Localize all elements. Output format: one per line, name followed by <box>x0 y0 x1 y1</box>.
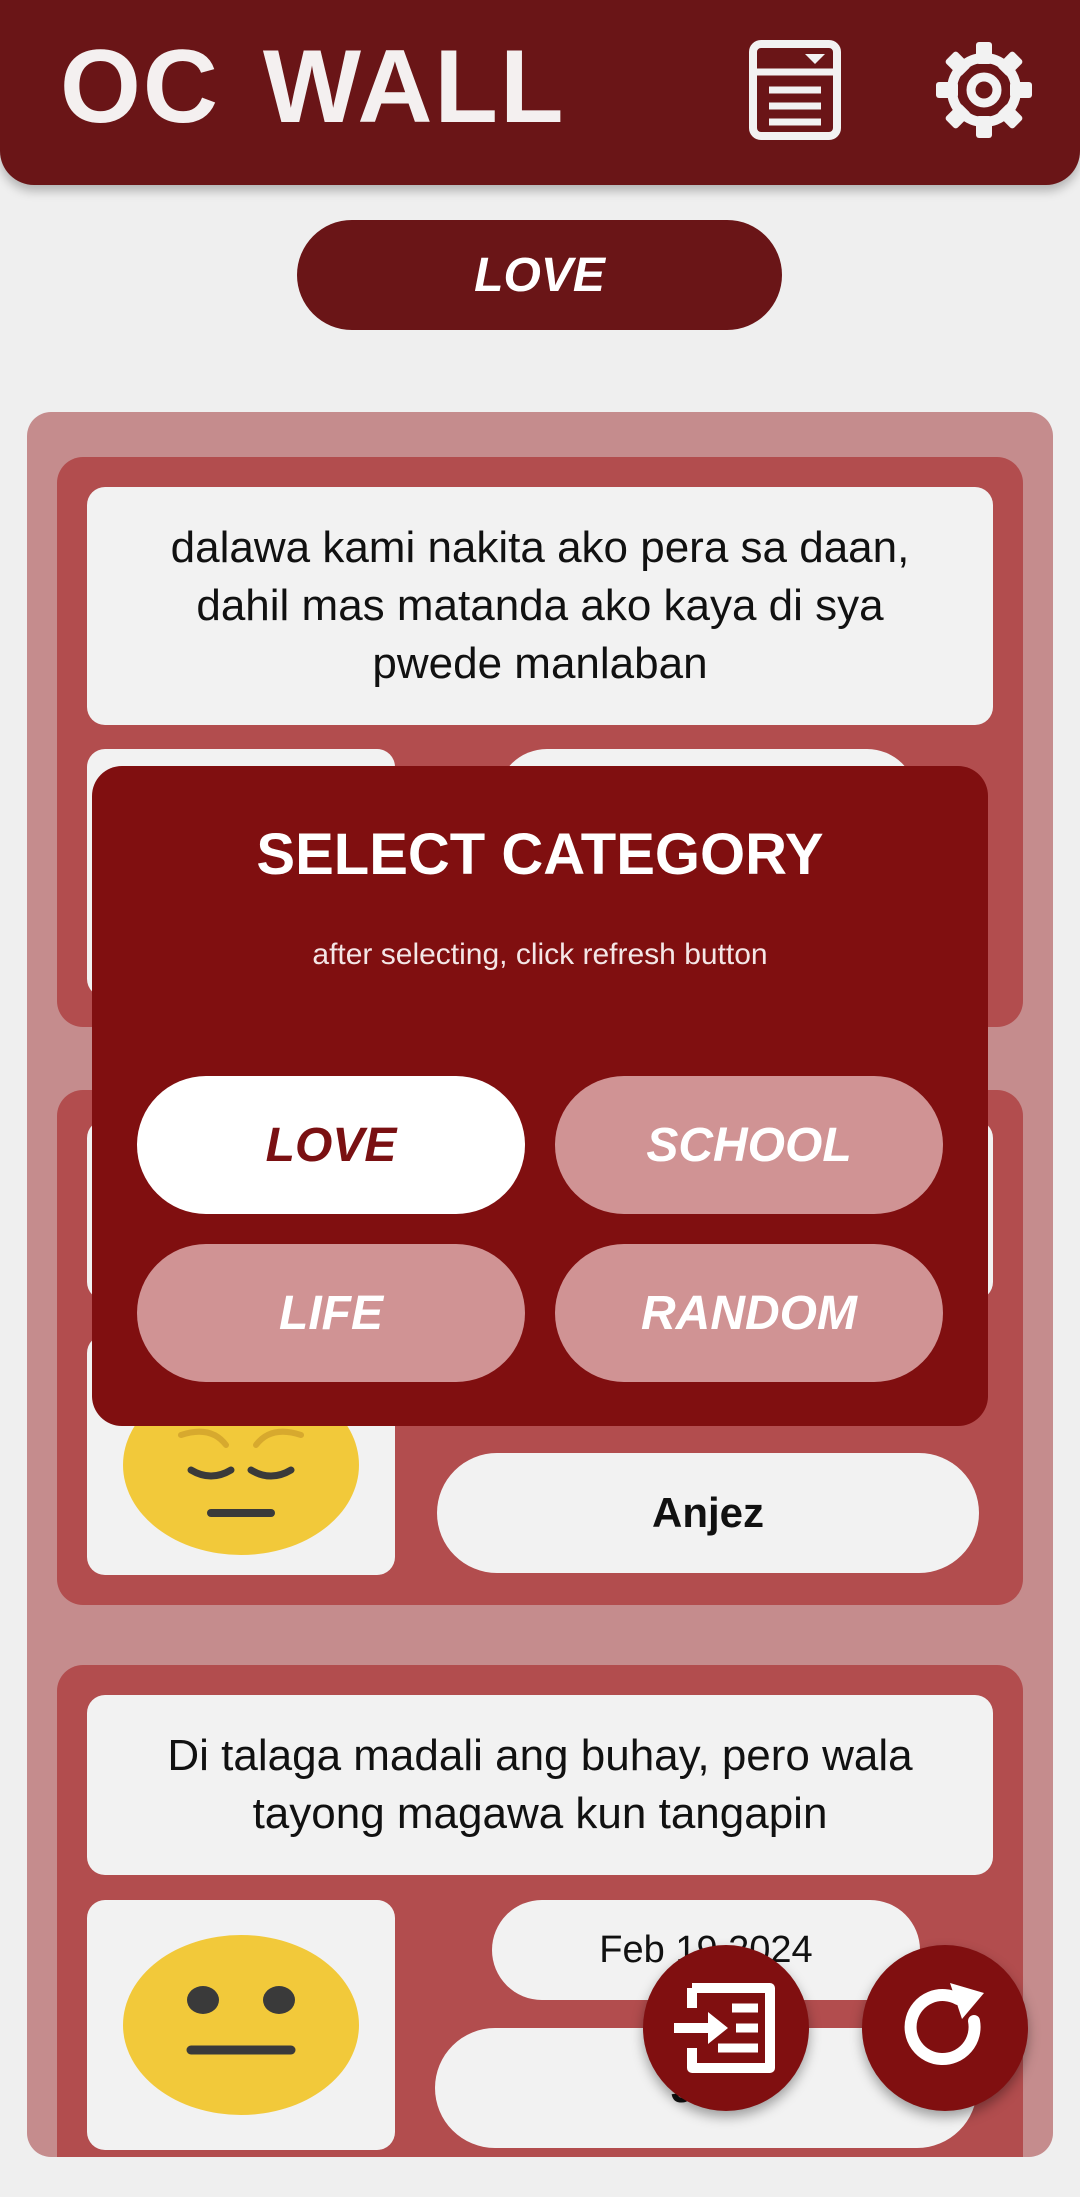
category-option-random[interactable]: RANDOM <box>555 1244 943 1382</box>
post-message-button[interactable] <box>643 1945 809 2111</box>
dialog-title: SELECT CATEGORY <box>256 822 824 887</box>
gear-icon[interactable] <box>932 38 1036 142</box>
category-option-school[interactable]: SCHOOL <box>555 1076 943 1214</box>
post-message: Di talaga madali ang buhay, pero wala ta… <box>87 1695 993 1875</box>
post-message-icon <box>674 1983 775 2073</box>
neutral-face-emoji <box>123 1935 359 2115</box>
app-header: OC WALL <box>0 0 1080 185</box>
select-category-dialog: SELECT CATEGORY after selecting, click r… <box>92 766 988 1426</box>
category-button[interactable]: LOVE <box>297 220 782 330</box>
refresh-icon <box>904 1983 984 2066</box>
notes-icon[interactable] <box>745 38 849 142</box>
post-message: dalawa kami nakita ako pera sa daan, dah… <box>87 487 993 725</box>
emoji-box <box>87 1900 395 2150</box>
post-card: Di talaga madali ang buhay, pero wala ta… <box>57 1665 1023 2157</box>
category-option-life[interactable]: LIFE <box>137 1244 525 1382</box>
dialog-subtitle: after selecting, click refresh button <box>312 938 768 971</box>
author-name: Anjez <box>437 1453 979 1573</box>
category-option-love[interactable]: LOVE <box>137 1076 525 1214</box>
refresh-button[interactable] <box>862 1945 1028 2111</box>
app-title: OC WALL <box>60 29 566 145</box>
